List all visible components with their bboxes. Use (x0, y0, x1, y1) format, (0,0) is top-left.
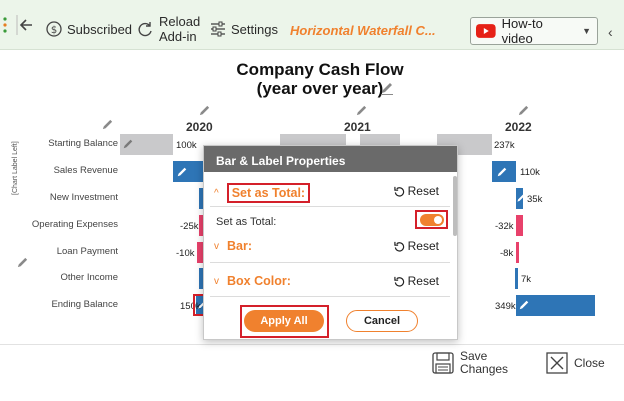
back-arrow-icon[interactable] (16, 15, 36, 35)
bar-2022-loan-payment[interactable] (516, 242, 519, 263)
edit-year-pencil-icon[interactable] (517, 104, 530, 117)
bar-2021-starting-balance[interactable] (360, 134, 400, 145)
bar-label-properties-dialog: Bar & Label Properties ^ Set as Total: R… (203, 145, 458, 340)
reset-label: Reset (407, 274, 439, 288)
year-header-2021: 2021 (344, 120, 371, 134)
category-label: Operating Expenses (31, 219, 118, 230)
category-label: Loan Payment (56, 246, 118, 257)
chevron-down-icon: ▼ (582, 26, 591, 36)
value-label[interactable]: 35k (527, 194, 542, 205)
reset-set-as-total-button[interactable]: Reset (393, 184, 439, 198)
edit-title-pencil-icon[interactable] (380, 81, 394, 95)
section-box-color-label: Box Color: (227, 274, 291, 288)
edit-category-pencil-icon[interactable] (101, 118, 114, 131)
edit-bar-pencil-icon[interactable] (516, 192, 526, 204)
changes-label: Changes (460, 362, 509, 376)
chevron-up-icon: ^ (214, 187, 219, 199)
addin-toolbar: $ Subscribed Reload Add-in Settings Hori… (0, 0, 624, 50)
axis-label-left: [Chart Label Left] (12, 141, 19, 195)
category-label: Other Income (60, 272, 118, 283)
edit-bar-pencil-icon[interactable] (496, 166, 508, 178)
chart-title-line2: (year over year) (256, 79, 384, 98)
category-label: Ending Balance (51, 299, 118, 310)
howto-label: How-to video (501, 16, 543, 46)
year-header-2020: 2020 (186, 120, 213, 134)
reset-bar-button[interactable]: Reset (393, 239, 439, 253)
category-label: Sales Revenue (53, 165, 118, 176)
value-label[interactable]: -25k (180, 221, 198, 232)
reset-label: Reset (407, 184, 439, 198)
value-label[interactable]: -8k (500, 248, 513, 259)
dollar-circle-icon: $ (46, 21, 62, 37)
save-changes-button[interactable]: Save Changes (432, 350, 508, 376)
howto-video-dropdown[interactable]: How-to video ▼ (470, 16, 598, 46)
close-button[interactable]: Close (546, 352, 605, 374)
reload-label: Reload (159, 14, 201, 29)
reload-addin-button[interactable]: Reload Add-in (136, 14, 200, 44)
refresh-icon (138, 22, 152, 37)
edit-bar-pencil-icon[interactable] (176, 166, 188, 178)
save-icon (432, 352, 454, 374)
bar-2022-operating-expenses[interactable] (516, 215, 523, 236)
chevron-down-icon: v (214, 275, 219, 287)
close-label: Close (574, 356, 605, 370)
settings-label: Settings (231, 21, 278, 37)
set-as-total-field-label: Set as Total: (216, 216, 277, 228)
chevron-down-icon: v (214, 240, 219, 252)
value-label[interactable]: 237k (494, 140, 515, 151)
edit-bar-pencil-icon[interactable] (122, 138, 134, 150)
sliders-icon (211, 21, 225, 37)
reset-icon (393, 276, 404, 287)
bar-2022-other-income[interactable] (515, 268, 518, 289)
addin-label: Add-in (159, 29, 197, 44)
category-label: Starting Balance (48, 138, 118, 149)
reset-icon (393, 186, 404, 197)
dialog-scrollbar[interactable] (453, 176, 457, 236)
bar-2021-starting-balance[interactable] (280, 134, 346, 145)
dialog-divider (210, 296, 450, 297)
highlight-box-toggle (415, 210, 448, 229)
section-set-as-total[interactable]: ^ Set as Total: (214, 183, 311, 203)
highlight-box-apply-all (240, 305, 329, 338)
edit-axis-label-pencil-icon[interactable] (16, 256, 29, 269)
dialog-divider (210, 262, 450, 263)
section-bar-label: Bar: (227, 239, 253, 253)
section-box-color[interactable]: v Box Color: (214, 274, 291, 288)
dialog-title: Bar & Label Properties (204, 146, 457, 172)
section-bar[interactable]: v Bar: (214, 239, 252, 253)
edit-year-pencil-icon[interactable] (355, 104, 368, 117)
settings-button[interactable]: Settings (210, 21, 278, 37)
reset-label: Reset (407, 239, 439, 253)
category-label: New Investment (49, 192, 118, 203)
value-label[interactable]: -32k (495, 221, 513, 232)
value-label[interactable]: 110k (520, 167, 540, 178)
value-label[interactable]: -10k (176, 248, 194, 259)
close-icon (546, 352, 568, 374)
value-label[interactable]: 7k (521, 274, 531, 285)
youtube-icon (476, 24, 496, 38)
collapse-panel-icon[interactable]: ‹ (608, 24, 613, 40)
subscribed-label: Subscribed (67, 21, 133, 37)
edit-bar-pencil-icon[interactable] (518, 299, 530, 311)
year-header-2022: 2022 (505, 120, 532, 134)
reset-box-color-button[interactable]: Reset (393, 274, 439, 288)
footer-divider (0, 344, 624, 345)
value-label[interactable]: 100k (176, 140, 197, 151)
chart-title[interactable]: Company Cash Flow (year over year) (200, 60, 440, 98)
subscribed-button[interactable]: $ Subscribed (46, 21, 132, 37)
section-set-as-total-label: Set as Total: (226, 183, 311, 203)
reset-icon (393, 241, 404, 252)
value-label[interactable]: 349k (495, 301, 516, 312)
addin-title: Horizontal Waterfall C... (290, 23, 436, 38)
cancel-button[interactable]: Cancel (346, 310, 418, 332)
drag-handle-icon[interactable] (2, 15, 8, 35)
svg-text:$: $ (51, 25, 57, 36)
edit-year-pencil-icon[interactable] (198, 104, 211, 117)
dialog-divider (210, 206, 450, 207)
chart-title-line1: Company Cash Flow (236, 60, 404, 79)
